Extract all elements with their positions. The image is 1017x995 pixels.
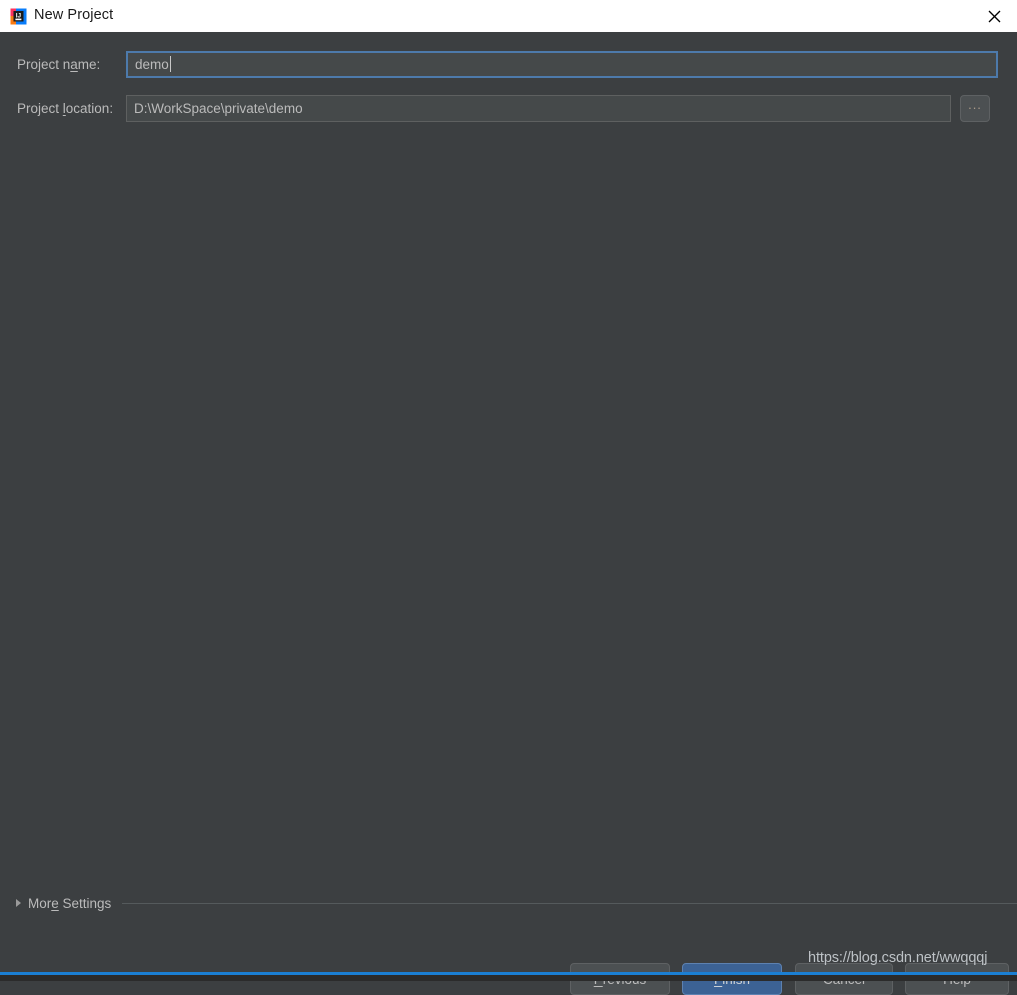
text-caret: [169, 56, 171, 72]
separator: [122, 902, 1017, 904]
project-name-input[interactable]: demo: [126, 50, 998, 78]
more-settings-label: More Settings: [28, 895, 112, 911]
dialog-body: Project name: demo Project location: D:\…: [0, 32, 1017, 995]
watermark-text: https://blog.csdn.net/wwqqqj: [808, 950, 988, 966]
browse-folder-button[interactable]: ...: [960, 94, 990, 122]
project-name-label: Project name:: [17, 56, 101, 72]
triangle-right-icon: [16, 899, 21, 907]
title-bar: IJ New Project: [0, 0, 1017, 32]
project-name-row: Project name: demo: [0, 49, 1017, 79]
project-location-input[interactable]: D:\WorkSpace\private\demo: [126, 94, 951, 122]
project-location-label: Project location:: [17, 100, 114, 116]
more-settings-toggle[interactable]: More Settings: [0, 896, 111, 911]
svg-text:IJ: IJ: [16, 13, 22, 20]
bottom-strip: [0, 975, 1017, 981]
project-name-value: demo: [135, 56, 169, 72]
project-location-row: Project location: D:\WorkSpace\private\d…: [0, 93, 1017, 123]
close-icon[interactable]: [971, 0, 1017, 32]
more-settings-row: More Settings: [0, 893, 1017, 913]
ellipsis-icon: ...: [968, 97, 982, 112]
intellij-idea-icon: IJ: [10, 8, 27, 25]
new-project-dialog: IJ New Project Project name: demo Projec…: [0, 0, 1017, 995]
window-title: New Project: [34, 7, 114, 23]
project-location-value: D:\WorkSpace\private\demo: [134, 100, 303, 116]
